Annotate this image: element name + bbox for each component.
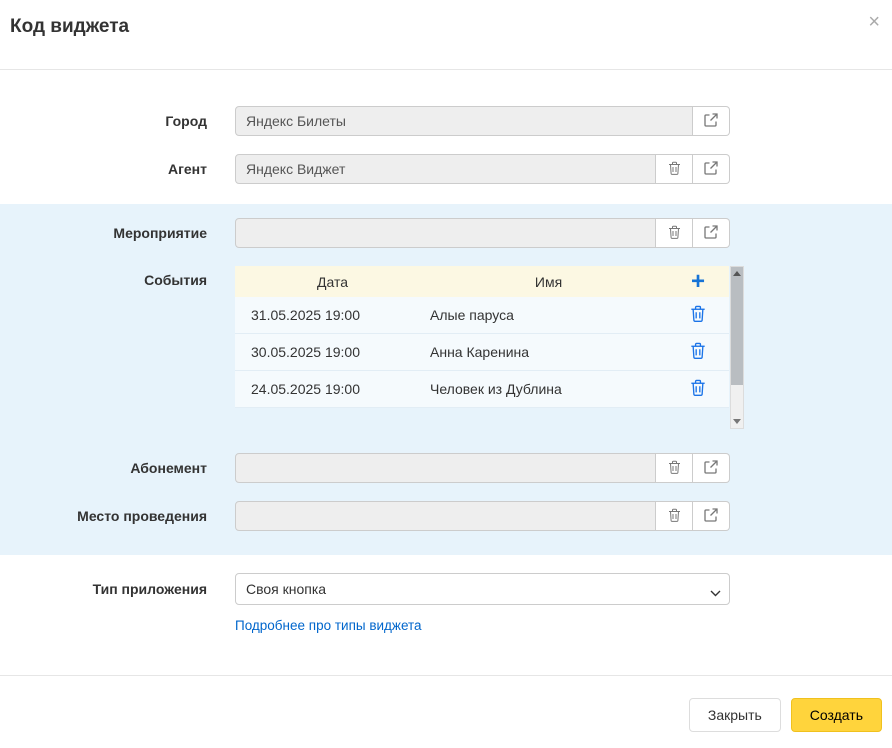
- table-row: 24.05.2025 19:00 Человек из Дублина: [235, 371, 729, 408]
- close-icon[interactable]: ×: [868, 12, 880, 32]
- subscription-input[interactable]: [235, 453, 656, 483]
- subscription-label: Абонемент: [0, 460, 235, 476]
- app-type-row: Тип приложения Своя кнопка: [0, 573, 892, 605]
- create-button[interactable]: Создать: [791, 698, 882, 732]
- trash-icon: [668, 508, 681, 525]
- column-header-name: Имя: [430, 274, 667, 290]
- city-input[interactable]: [235, 106, 693, 136]
- widget-code-modal: Код виджета × Город Агент: [0, 0, 892, 748]
- add-session-button[interactable]: +: [691, 271, 705, 293]
- agent-clear-button[interactable]: [656, 154, 693, 184]
- trash-icon: [690, 379, 706, 399]
- modal-footer: Закрыть Создать: [0, 676, 892, 748]
- event-section: Мероприятие События Дата: [0, 204, 892, 555]
- modal-title: Код виджета: [10, 16, 880, 38]
- app-type-select[interactable]: Своя кнопка: [235, 573, 730, 605]
- session-name: Анна Каренина: [430, 344, 667, 360]
- subscription-open-button[interactable]: [693, 453, 730, 483]
- app-type-label: Тип приложения: [0, 581, 235, 597]
- agent-input[interactable]: [235, 154, 656, 184]
- event-open-button[interactable]: [693, 218, 730, 248]
- city-row: Город: [0, 106, 892, 136]
- subscription-clear-button[interactable]: [656, 453, 693, 483]
- session-name: Алые паруса: [430, 307, 667, 323]
- trash-icon: [690, 305, 706, 325]
- external-link-icon: [704, 460, 718, 477]
- city-open-button[interactable]: [693, 106, 730, 136]
- city-label: Город: [0, 113, 235, 129]
- venue-label: Место проведения: [0, 508, 235, 524]
- agent-label: Агент: [0, 161, 235, 177]
- scrollbar-thumb[interactable]: [731, 267, 743, 385]
- widget-types-link[interactable]: Подробнее про типы виджета: [235, 618, 422, 633]
- event-row: Мероприятие: [0, 218, 892, 248]
- trash-icon: [668, 161, 681, 178]
- sessions-scrollbar[interactable]: [730, 266, 744, 429]
- close-button[interactable]: Закрыть: [689, 698, 781, 732]
- session-name: Человек из Дублина: [430, 381, 667, 397]
- delete-session-button[interactable]: [690, 305, 706, 325]
- scrollbar-down-icon[interactable]: [731, 415, 743, 428]
- session-date: 24.05.2025 19:00: [235, 381, 430, 397]
- external-link-icon: [704, 161, 718, 178]
- event-label: Мероприятие: [0, 225, 235, 241]
- table-row: 31.05.2025 19:00 Алые паруса: [235, 297, 729, 334]
- widget-form: Город Агент Мероприя: [0, 70, 892, 635]
- session-date: 31.05.2025 19:00: [235, 307, 430, 323]
- session-date: 30.05.2025 19:00: [235, 344, 430, 360]
- trash-icon: [690, 342, 706, 362]
- sessions-row: События Дата Имя + 31.05.2025 19:00 Алые…: [0, 266, 892, 429]
- agent-row: Агент: [0, 154, 892, 184]
- table-row: 30.05.2025 19:00 Анна Каренина: [235, 334, 729, 371]
- delete-session-button[interactable]: [690, 379, 706, 399]
- venue-row: Место проведения: [0, 501, 892, 531]
- external-link-icon: [704, 113, 718, 130]
- modal-header: Код виджета ×: [0, 0, 892, 70]
- delete-session-button[interactable]: [690, 342, 706, 362]
- agent-open-button[interactable]: [693, 154, 730, 184]
- external-link-icon: [704, 225, 718, 242]
- sessions-table-header: Дата Имя +: [235, 266, 729, 297]
- venue-open-button[interactable]: [693, 501, 730, 531]
- event-clear-button[interactable]: [656, 218, 693, 248]
- sessions-table: Дата Имя + 31.05.2025 19:00 Алые паруса …: [235, 266, 729, 429]
- sessions-label: События: [0, 266, 235, 288]
- event-input[interactable]: [235, 218, 656, 248]
- subscription-row: Абонемент: [0, 453, 892, 483]
- trash-icon: [668, 225, 681, 242]
- trash-icon: [668, 460, 681, 477]
- scrollbar-up-icon[interactable]: [731, 267, 743, 280]
- column-header-date: Дата: [235, 274, 430, 290]
- venue-clear-button[interactable]: [656, 501, 693, 531]
- venue-input[interactable]: [235, 501, 656, 531]
- external-link-icon: [704, 508, 718, 525]
